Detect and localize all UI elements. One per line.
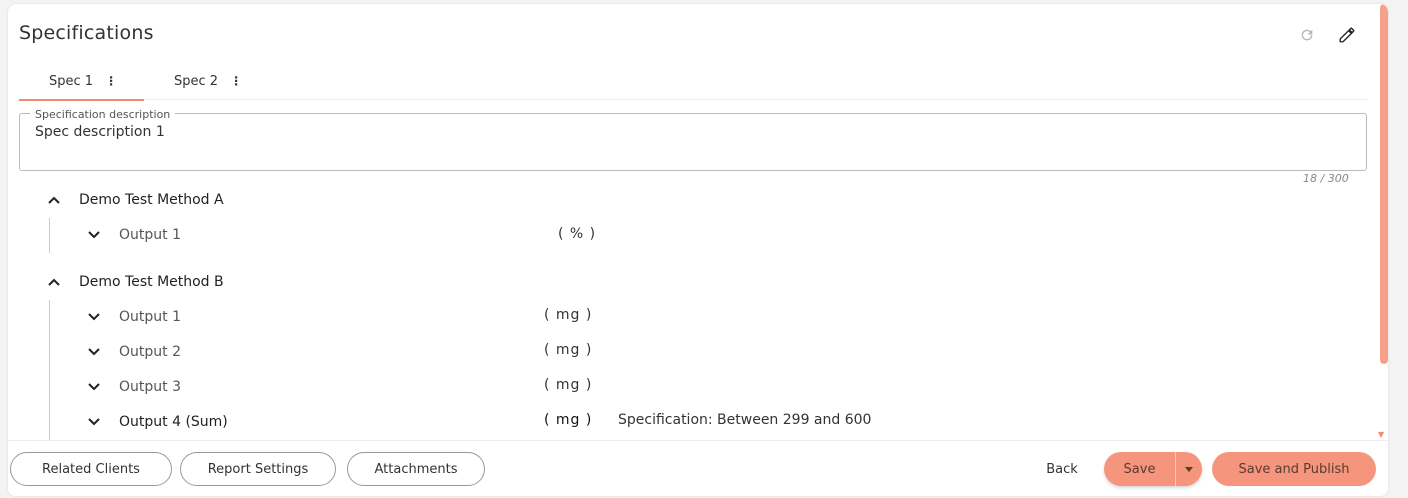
output-name: Output 2 — [119, 344, 181, 360]
output-row[interactable]: Output 2 — [86, 340, 181, 364]
description-label: Specification description — [30, 108, 176, 121]
chevron-up-icon — [46, 192, 62, 208]
tree-line — [49, 218, 50, 253]
character-counter: 18 / 300 — [1303, 172, 1349, 185]
chevron-down-icon — [86, 379, 102, 395]
more-vert-icon[interactable]: ⋮ — [230, 74, 242, 88]
back-button[interactable]: Back — [1038, 452, 1086, 486]
method-header-b[interactable]: Demo Test Method B — [46, 271, 224, 293]
chevron-down-icon — [86, 309, 102, 325]
output-row[interactable]: Output 4 (Sum) — [86, 410, 228, 434]
output-name: Output 4 (Sum) — [119, 414, 228, 430]
description-value[interactable]: Spec description 1 — [35, 124, 165, 140]
pencil-icon[interactable] — [1336, 24, 1358, 46]
report-settings-button[interactable]: Report Settings — [180, 452, 336, 486]
page-title: Specifications — [19, 22, 154, 44]
more-vert-icon[interactable]: ⋮ — [105, 74, 117, 88]
chevron-up-icon — [46, 274, 62, 290]
save-split-button: Save — [1104, 452, 1202, 486]
save-button[interactable]: Save — [1104, 452, 1176, 486]
output-unit: ( % ) — [558, 226, 597, 242]
output-name: Output 3 — [119, 379, 181, 395]
output-row[interactable]: Output 1 — [86, 223, 181, 247]
tab-spec-1[interactable]: Spec 1 ⋮ — [19, 62, 144, 101]
method-header-a[interactable]: Demo Test Method A — [46, 189, 224, 211]
output-name: Output 1 — [119, 227, 181, 243]
tab-spec-2[interactable]: Spec 2 ⋮ — [169, 62, 279, 100]
method-name: Demo Test Method A — [79, 192, 224, 208]
save-and-publish-button[interactable]: Save and Publish — [1212, 452, 1376, 486]
output-unit: ( mg ) — [544, 377, 593, 393]
related-clients-button[interactable]: Related Clients — [10, 452, 172, 486]
chevron-down-icon — [86, 344, 102, 360]
output-unit: ( mg ) — [544, 342, 593, 358]
spec-tabs: Spec 1 ⋮ Spec 2 ⋮ — [19, 62, 1367, 101]
output-row[interactable]: Output 1 — [86, 305, 181, 329]
output-row[interactable]: Output 3 — [86, 375, 181, 399]
footer-toolbar: Related Clients Report Settings Attachme… — [8, 440, 1388, 496]
chevron-down-icon — [86, 414, 102, 430]
output-unit: ( mg ) — [544, 307, 593, 323]
scroll-down-arrow[interactable]: ▼ — [1378, 430, 1384, 439]
specifications-card: Specifications Spec 1 ⋮ Spec 2 ⋮ Specifi… — [8, 4, 1388, 496]
tab-label: Spec 2 — [174, 73, 219, 89]
tree-line — [49, 300, 50, 440]
refresh-icon[interactable] — [1296, 24, 1318, 46]
scrollbar[interactable] — [1380, 4, 1388, 364]
chevron-down-icon — [86, 227, 102, 243]
output-name: Output 1 — [119, 309, 181, 325]
tab-label: Spec 1 — [49, 73, 94, 89]
specification-description-field[interactable]: Specification description Spec descripti… — [19, 108, 1367, 171]
attachments-button[interactable]: Attachments — [347, 452, 485, 486]
specification-range: Specification: Between 299 and 600 — [618, 412, 872, 428]
output-unit: ( mg ) — [544, 412, 593, 428]
method-name: Demo Test Method B — [79, 274, 224, 290]
caret-down-icon[interactable] — [1176, 452, 1202, 486]
